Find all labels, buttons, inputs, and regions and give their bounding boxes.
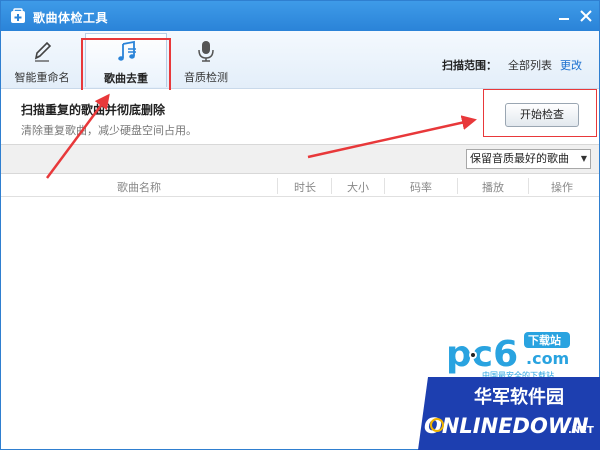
title-bar[interactable]: 歌曲体检工具: [1, 1, 599, 31]
column-size[interactable]: 大小: [332, 179, 384, 195]
table-header: 歌曲名称 时长 大小 码率 播放 操作: [1, 175, 599, 197]
tab-label: 智能重命名: [14, 71, 70, 84]
dropdown-arrow-icon: ▼: [580, 154, 587, 163]
active-tab-highlight: [81, 38, 171, 92]
column-play[interactable]: 播放: [458, 179, 528, 195]
scan-range-label: 扫描范围：: [442, 59, 497, 72]
microphone-icon: [198, 41, 214, 62]
svg-text:.com: .com: [526, 349, 569, 368]
minimize-icon[interactable]: [555, 7, 573, 25]
scan-range-value: 全部列表: [508, 59, 552, 72]
onlinedown-watermark-logo: 华军软件园 ONLINEDOWN .NET: [418, 377, 600, 450]
tab-smart-rename[interactable]: 智能重命名: [5, 33, 79, 87]
info-description: 清除重复歌曲，减少硬盘空间占用。: [21, 124, 197, 137]
column-action[interactable]: 操作: [529, 179, 595, 195]
svg-text:下载站: 下载站: [528, 333, 561, 347]
svg-text:pc6: pc6: [446, 334, 518, 375]
column-song-name[interactable]: 歌曲名称: [61, 179, 217, 195]
pencil-icon: [34, 41, 52, 62]
keep-rule-value: 保留音质最好的歌曲: [470, 152, 569, 165]
tab-label: 音质检测: [184, 71, 228, 84]
start-check-button[interactable]: 开始检查: [505, 103, 579, 127]
svg-text:华军软件园: 华军软件园: [474, 386, 564, 408]
svg-text:.NET: .NET: [568, 425, 594, 436]
info-title: 扫描重复的歌曲并彻底删除: [21, 103, 166, 117]
app-icon: [11, 8, 25, 23]
change-scan-range-link[interactable]: 更改: [560, 57, 582, 73]
svg-text:ONLINEDOWN: ONLINEDOWN: [424, 414, 589, 438]
column-bitrate[interactable]: 码率: [385, 179, 457, 195]
keep-rule-select[interactable]: 保留音质最好的歌曲 ▼: [466, 149, 591, 169]
window-title: 歌曲体检工具: [33, 11, 109, 25]
close-icon[interactable]: [577, 7, 595, 25]
tab-quality-check[interactable]: 音质检测: [169, 33, 243, 87]
column-duration[interactable]: 时长: [278, 179, 332, 195]
